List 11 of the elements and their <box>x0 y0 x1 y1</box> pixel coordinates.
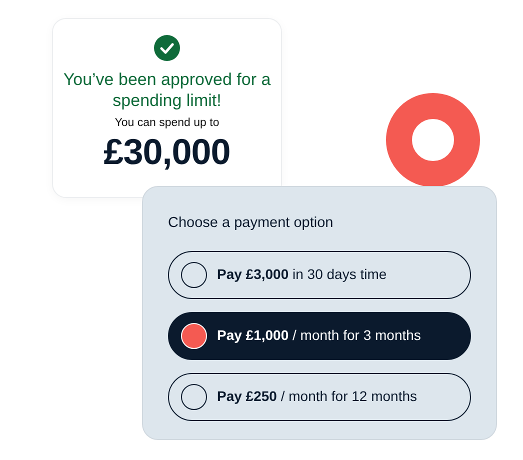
panel-heading: Choose a payment option <box>168 214 334 233</box>
spending-limit-amount: £30,000 <box>104 132 230 172</box>
payment-option[interactable]: Pay £3,000 in 30 days time <box>168 250 471 299</box>
approval-title: You’ve been approved for a spending limit! <box>62 69 272 111</box>
radio-icon <box>181 322 207 349</box>
radio-icon <box>181 262 207 288</box>
payment-option[interactable]: Pay £250 / month for 12 months <box>168 372 471 421</box>
approval-subtitle: You can spend up to <box>114 116 220 131</box>
check-icon <box>154 35 180 61</box>
radio-icon <box>181 384 207 410</box>
payment-option[interactable]: Pay £1,000 / month for 3 months <box>168 312 471 360</box>
